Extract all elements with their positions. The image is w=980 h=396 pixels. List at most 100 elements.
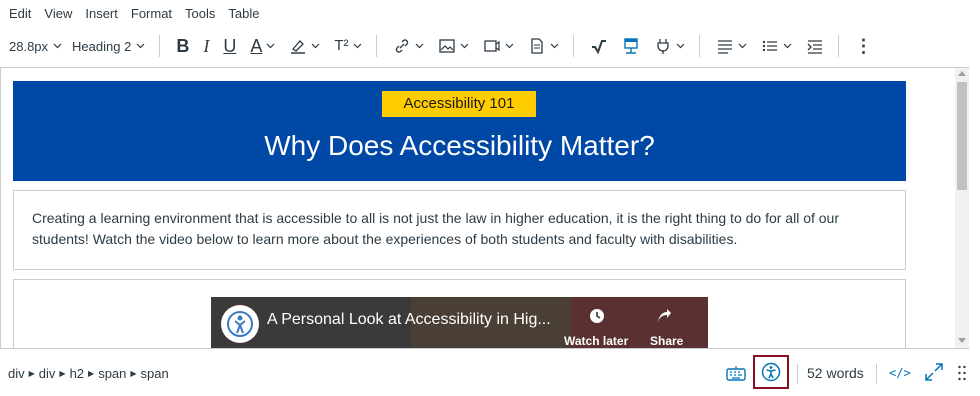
menu-insert[interactable]: Insert	[85, 6, 118, 21]
font-color-button[interactable]: A	[246, 31, 279, 61]
path-div-2[interactable]: div	[39, 366, 56, 381]
italic-icon: I	[203, 36, 210, 56]
scroll-thumb[interactable]	[957, 82, 967, 190]
plug-icon	[656, 39, 669, 54]
bold-button[interactable]: B	[172, 31, 193, 61]
more-button[interactable]: ⋮	[851, 31, 877, 61]
video-title[interactable]: A Personal Look at Accessibility in Hig.…	[267, 311, 551, 329]
scroll-down-arrow-icon[interactable]	[958, 338, 966, 343]
path-arrow-icon: ▶	[88, 369, 95, 378]
chevron-down-icon	[266, 43, 275, 49]
media-button[interactable]	[479, 31, 518, 61]
align-left-icon	[717, 40, 732, 54]
menubar: Edit View Insert Format Tools Table	[0, 0, 980, 26]
highlighter-icon	[291, 40, 306, 54]
watch-later-label[interactable]: Watch later	[564, 334, 628, 348]
html-editor-toggle-icon[interactable]: </>	[889, 366, 911, 380]
document-icon	[530, 38, 543, 54]
chevron-down-icon	[53, 43, 62, 49]
editor-scrollbar[interactable]	[955, 68, 969, 348]
block-format-value: Heading 2	[72, 38, 132, 54]
italic-button[interactable]: I	[199, 31, 213, 61]
word-count[interactable]: 52 words	[807, 365, 864, 381]
equation-icon	[591, 40, 606, 55]
chevron-down-icon	[311, 43, 320, 49]
bold-icon: B	[176, 36, 190, 56]
menu-table[interactable]: Table	[228, 6, 259, 21]
font-size-dropdown[interactable]: 28.8px	[9, 39, 62, 54]
menu-format[interactable]: Format	[131, 6, 172, 21]
highlight-color-button[interactable]	[285, 31, 324, 61]
chevron-down-icon	[676, 43, 684, 49]
more-icon: ⋮	[854, 36, 873, 56]
font-color-icon: A	[250, 36, 263, 56]
element-path: div ▶ div ▶ h2 ▶ span ▶ span	[8, 366, 169, 381]
menu-view[interactable]: View	[44, 6, 72, 21]
toolbar: 28.8px Heading 2 B I U A T² ⋮	[0, 26, 980, 66]
superscript-button[interactable]: T²	[330, 31, 365, 61]
video-container: A Personal Look at Accessibility in Hig.…	[13, 279, 906, 348]
channel-logo-icon[interactable]	[221, 305, 259, 343]
accessibility-badge: Accessibility 101	[382, 91, 536, 117]
link-button[interactable]	[389, 31, 428, 61]
chevron-down-icon	[415, 43, 423, 49]
toolbar-divider	[698, 35, 700, 57]
clock-icon[interactable]	[589, 308, 605, 324]
path-span-1[interactable]: span	[98, 366, 126, 381]
font-size-value: 28.8px	[9, 38, 49, 54]
document-button[interactable]	[524, 31, 563, 61]
apps-button[interactable]	[650, 31, 689, 61]
embed-icon	[623, 38, 638, 54]
chevron-down-icon	[353, 43, 361, 49]
path-arrow-icon: ▶	[130, 369, 137, 378]
link-icon	[395, 39, 408, 53]
underline-button[interactable]: U	[219, 31, 240, 61]
statusbar-divider	[876, 364, 877, 384]
accessibility-icon	[761, 362, 781, 382]
fullscreen-icon[interactable]	[924, 362, 944, 382]
statusbar-divider	[797, 364, 798, 384]
image-button[interactable]	[434, 31, 473, 61]
list-button[interactable]	[757, 31, 796, 61]
page-heading: Why Does Accessibility Matter?	[264, 130, 655, 161]
chevron-down-icon	[550, 43, 558, 49]
bullet-list-icon	[762, 40, 777, 52]
chevron-down-icon	[783, 43, 791, 49]
resize-handle-icon[interactable]	[957, 364, 967, 382]
toolbar-divider	[837, 35, 839, 57]
share-icon[interactable]	[656, 308, 672, 324]
superscript-icon: T²	[334, 37, 349, 54]
chevron-down-icon	[460, 43, 468, 49]
align-button[interactable]	[712, 31, 751, 61]
toolbar-divider	[375, 35, 377, 57]
scroll-up-arrow-icon[interactable]	[958, 71, 966, 76]
block-format-dropdown[interactable]: Heading 2	[72, 39, 145, 54]
underline-icon: U	[223, 36, 237, 56]
toolbar-divider	[159, 35, 161, 57]
path-arrow-icon: ▶	[59, 369, 66, 378]
path-span-2[interactable]: span	[141, 366, 169, 381]
statusbar: div ▶ div ▶ h2 ▶ span ▶ span 52 words </…	[0, 350, 980, 396]
indent-icon	[807, 40, 822, 54]
media-icon	[483, 40, 500, 52]
chevron-down-icon	[136, 43, 145, 49]
equation-button[interactable]	[586, 31, 612, 61]
path-h2[interactable]: h2	[70, 366, 84, 381]
keyboard-shortcuts-icon[interactable]	[726, 364, 746, 382]
editor-content-area[interactable]: Accessibility 101 Why Does Accessibility…	[0, 67, 969, 349]
indent-button[interactable]	[802, 31, 828, 61]
chevron-down-icon	[505, 43, 513, 49]
chevron-down-icon	[738, 43, 746, 49]
heading-banner: Accessibility 101 Why Does Accessibility…	[13, 81, 906, 181]
path-arrow-icon: ▶	[28, 369, 35, 378]
accessibility-checker-button[interactable]	[753, 355, 789, 389]
intro-paragraph: Creating a learning environment that is …	[32, 210, 840, 247]
image-icon	[438, 39, 455, 53]
toolbar-divider	[572, 35, 574, 57]
share-label[interactable]: Share	[650, 334, 683, 348]
menu-tools[interactable]: Tools	[185, 6, 215, 21]
menu-edit[interactable]: Edit	[9, 6, 31, 21]
embed-button[interactable]	[618, 31, 644, 61]
video-embed[interactable]: A Personal Look at Accessibility in Hig.…	[211, 297, 708, 348]
path-div-1[interactable]: div	[8, 366, 25, 381]
